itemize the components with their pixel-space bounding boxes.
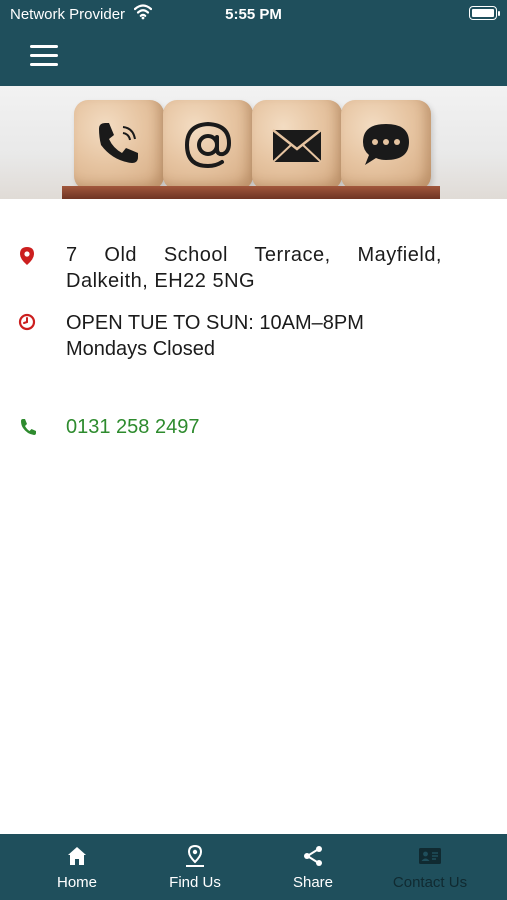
- share-icon: [304, 846, 322, 866]
- battery-icon: [469, 6, 500, 20]
- app-header: Network Provider 5:55 PM: [0, 0, 507, 86]
- hours-days: OPEN TUE TO SUN: 10AM–8PM: [66, 312, 364, 334]
- clock: 5:55 PM: [225, 6, 282, 23]
- contact-banner-image: [0, 86, 507, 199]
- home-icon: [68, 847, 86, 865]
- hours-text: OPEN TUE TO SUN: 10AM–8PM Mondays Closed: [66, 310, 442, 362]
- nav-contact-us-label: Contact Us: [392, 874, 468, 891]
- envelope-icon: [272, 129, 322, 163]
- map-marker-icon: [18, 246, 36, 271]
- address-text: 7 Old School Terrace, Mayfield, Dalkeith…: [66, 244, 442, 292]
- contact-card-icon: [419, 848, 441, 864]
- at-sign-icon: [184, 121, 232, 169]
- map-pin-icon: [186, 844, 204, 867]
- chat-cube: [341, 100, 431, 190]
- at-sign-cube: [163, 100, 253, 190]
- nav-home[interactable]: Home: [18, 834, 136, 900]
- phone-cube: [74, 100, 164, 190]
- hours-closed: Mondays Closed: [66, 338, 215, 360]
- clock-icon: [18, 313, 36, 336]
- bottom-navigation: Home Find Us Share Contact Us: [0, 834, 507, 900]
- status-bar: Network Provider 5:55 PM: [0, 0, 507, 28]
- phone-icon: [18, 417, 38, 442]
- chat-bubble-icon: [363, 124, 409, 165]
- nav-find-us[interactable]: Find Us: [136, 834, 254, 900]
- hamburger-icon[interactable]: [30, 44, 58, 68]
- phone-number-link[interactable]: 0131 258 2497: [66, 414, 442, 440]
- wooden-shelf: [62, 186, 440, 199]
- nav-share-label: Share: [292, 874, 334, 891]
- phone-icon: [99, 123, 138, 163]
- nav-share[interactable]: Share: [254, 834, 372, 900]
- nav-home-label: Home: [56, 874, 97, 891]
- envelope-cube: [252, 100, 342, 190]
- nav-find-us-label: Find Us: [169, 874, 221, 891]
- nav-contact-us[interactable]: Contact Us: [371, 834, 489, 900]
